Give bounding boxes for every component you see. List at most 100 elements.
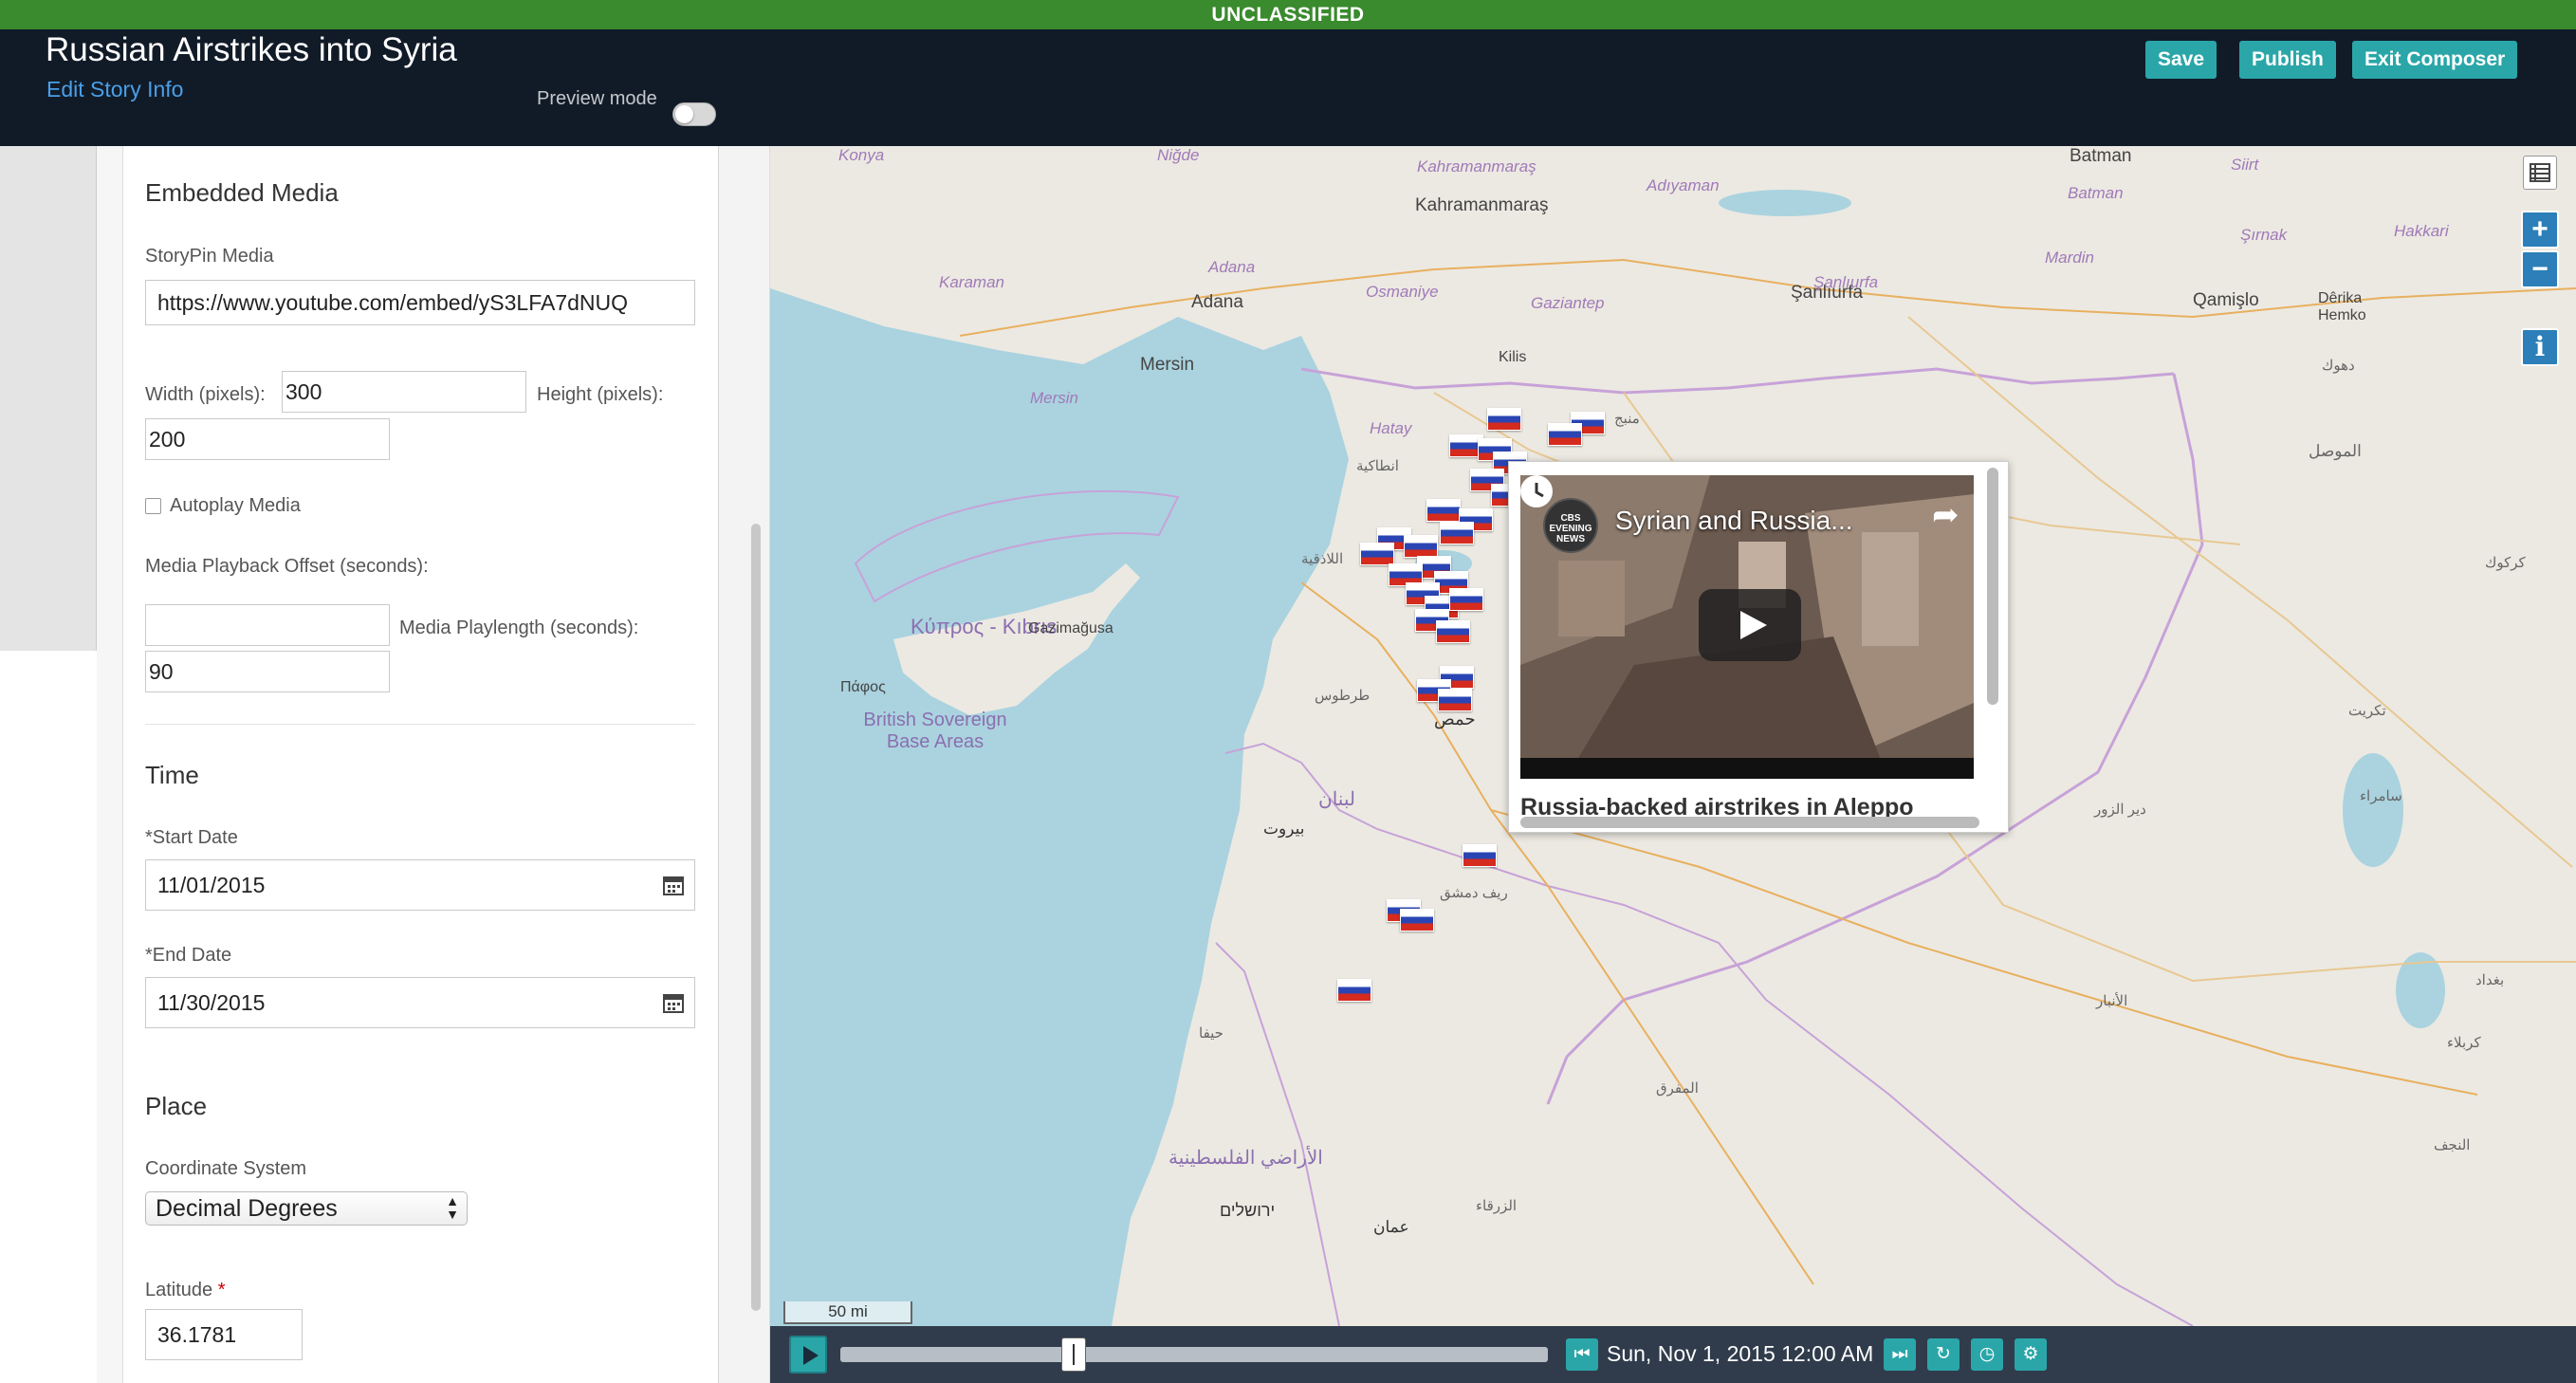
- latitude-label-text: Latitude: [145, 1280, 213, 1300]
- map-label-kirkuk: كركوك: [2485, 555, 2526, 571]
- storypin-media-input[interactable]: https://www.youtube.com/embed/yS3LFA7dNU…: [145, 280, 695, 325]
- toggle-knob: [675, 105, 693, 123]
- map-label-kahramanmaras-region: Kahramanmaraş: [1417, 157, 1536, 175]
- airstrike-flag-marker[interactable]: [1404, 535, 1438, 558]
- map-label-tikrit: تكريت: [2348, 703, 2386, 719]
- playlength-input[interactable]: 90: [145, 651, 390, 692]
- airstrike-flag-marker[interactable]: [1337, 979, 1371, 1002]
- preview-mode-toggle[interactable]: [672, 102, 716, 126]
- form-scrollbar[interactable]: [719, 146, 770, 1383]
- map-label-mardin: Mardin: [2045, 249, 2094, 267]
- end-date-label: *End Date: [145, 945, 232, 966]
- map-label-mersin-region: Mersin: [1030, 389, 1079, 407]
- skip-forward-icon[interactable]: ⏭: [1884, 1338, 1916, 1371]
- scrollbar-thumb[interactable]: [751, 524, 761, 1311]
- timeline-slider-track[interactable]: [840, 1347, 1548, 1362]
- map-label-lebanon: لبنان: [1318, 789, 1355, 810]
- popup-vertical-scrollbar[interactable]: [1987, 468, 1998, 705]
- calendar-icon[interactable]: [662, 991, 685, 1014]
- end-date-value: 11/30/2015: [157, 990, 266, 1015]
- storypin-media-popup[interactable]: CBS EVENING NEWS Syrian and Russia... ➦ …: [1508, 461, 2009, 833]
- airstrike-flag-marker[interactable]: [1360, 543, 1394, 565]
- loop-icon[interactable]: ↻: [1927, 1338, 1960, 1371]
- popup-horizontal-scrollbar[interactable]: [1520, 817, 1979, 828]
- height-input[interactable]: 200: [145, 418, 390, 460]
- airstrike-flag-marker[interactable]: [1436, 620, 1470, 643]
- map-label-batman: Batman: [2070, 146, 2132, 166]
- map-scale-bar: 50 mi: [783, 1301, 912, 1324]
- airstrike-flag-marker[interactable]: [1400, 909, 1434, 931]
- airstrike-flag-marker[interactable]: [1440, 522, 1474, 544]
- preview-mode-label: Preview mode: [537, 88, 657, 109]
- watch-later-icon[interactable]: [1520, 475, 1553, 507]
- place-heading: Place: [145, 1092, 208, 1120]
- map-label-adiyaman: Adıyaman: [1647, 176, 1720, 194]
- time-heading: Time: [145, 761, 199, 789]
- left-sidebar: [0, 146, 97, 651]
- skip-back-icon[interactable]: ⏮: [1566, 1338, 1598, 1371]
- edit-story-info-link[interactable]: Edit Story Info: [46, 75, 183, 103]
- info-button[interactable]: i: [2521, 328, 2559, 366]
- airstrike-flag-marker[interactable]: [1426, 499, 1461, 522]
- zoom-out-button[interactable]: −: [2521, 250, 2559, 288]
- start-date-input[interactable]: 11/01/2015: [145, 859, 695, 911]
- map-label-adana: Adana: [1191, 292, 1243, 312]
- autoplay-checkbox[interactable]: [145, 498, 161, 514]
- map-label-najaf: النجف: [2434, 1137, 2471, 1153]
- map-label-antakya: انطاكية: [1356, 458, 1399, 474]
- map-label-amman: عمان: [1373, 1218, 1409, 1236]
- map-label-haifa: حيفا: [1199, 1025, 1224, 1042]
- map-label-mafraq: المفرق: [1656, 1080, 1699, 1097]
- map-label-hakkari: Hakkari: [2394, 222, 2449, 240]
- storypin-media-label: StoryPin Media: [145, 246, 274, 267]
- map-label-samarra: سامراء: [2360, 788, 2402, 804]
- calendar-icon[interactable]: [662, 874, 685, 896]
- map-label-anbar: الأنبار: [2096, 993, 2128, 1009]
- classification-banner: UNCLASSIFIED: [0, 0, 2576, 29]
- map-label-latakia: اللاذقية: [1301, 551, 1344, 567]
- map-label-batman-region: Batman: [2068, 184, 2124, 202]
- map-label-hatay: Hatay: [1370, 419, 1412, 437]
- end-date-input[interactable]: 11/30/2015: [145, 977, 695, 1028]
- map-label-pafos: Πάφος: [840, 679, 886, 695]
- map-label-zarqa: الزرقاء: [1476, 1198, 1518, 1214]
- publish-button[interactable]: Publish: [2239, 41, 2336, 79]
- layers-icon[interactable]: [2523, 156, 2557, 190]
- coordinate-system-select[interactable]: Decimal Degrees ▲ ▼: [145, 1191, 468, 1226]
- latitude-input[interactable]: 36.1781: [145, 1309, 303, 1360]
- airstrike-flag-marker[interactable]: [1463, 844, 1497, 867]
- exit-composer-button[interactable]: Exit Composer: [2352, 41, 2518, 79]
- zoom-in-button[interactable]: +: [2521, 211, 2559, 249]
- map-label-derika: Dêrika Hemko: [2318, 290, 2366, 323]
- map-label-mersin: Mersin: [1140, 355, 1195, 375]
- start-date-value: 11/01/2015: [157, 873, 266, 897]
- clock-icon[interactable]: ◷: [1971, 1338, 2003, 1371]
- airstrike-flag-marker[interactable]: [1487, 408, 1521, 431]
- airstrike-flag-marker[interactable]: [1438, 689, 1472, 711]
- airstrike-flag-marker[interactable]: [1449, 588, 1483, 611]
- timeline-slider-handle[interactable]: [1061, 1337, 1087, 1372]
- map-label-karaman: Karaman: [939, 273, 1004, 291]
- height-label: Height (pixels):: [537, 384, 664, 405]
- timeline-play-button[interactable]: [789, 1336, 827, 1374]
- video-play-button[interactable]: [1699, 589, 1801, 661]
- airstrike-flag-marker[interactable]: [1548, 423, 1582, 446]
- width-input[interactable]: 300: [282, 371, 526, 413]
- embedded-video-player[interactable]: CBS EVENING NEWS Syrian and Russia... ➦: [1520, 475, 1974, 779]
- share-icon[interactable]: ➦: [1932, 496, 1960, 534]
- map-viewport[interactable]: Konya Niğde Kahramanmaraş Kahramanmaraş …: [770, 146, 2576, 1326]
- coordinate-system-value: Decimal Degrees: [156, 1195, 338, 1222]
- map-label-nigde: Niğde: [1157, 146, 1200, 164]
- map-label-konya: Konya: [838, 146, 885, 164]
- map-label-homs: حمص: [1434, 710, 1476, 728]
- latitude-label: Latitude *: [145, 1280, 226, 1301]
- settings-gear-icon[interactable]: ⚙: [2015, 1338, 2047, 1371]
- required-marker: *: [217, 1280, 226, 1300]
- timeline-current-date: Sun, Nov 1, 2015 12:00 AM: [1607, 1341, 1874, 1366]
- playback-offset-input[interactable]: [145, 604, 390, 646]
- map-label-jerusalem: ירושלים: [1220, 1201, 1276, 1220]
- save-button[interactable]: Save: [2145, 41, 2217, 79]
- video-title[interactable]: Syrian and Russia...: [1615, 506, 1853, 536]
- select-arrows-icon: ▲ ▼: [446, 1193, 459, 1222]
- embedded-media-heading: Embedded Media: [145, 178, 339, 207]
